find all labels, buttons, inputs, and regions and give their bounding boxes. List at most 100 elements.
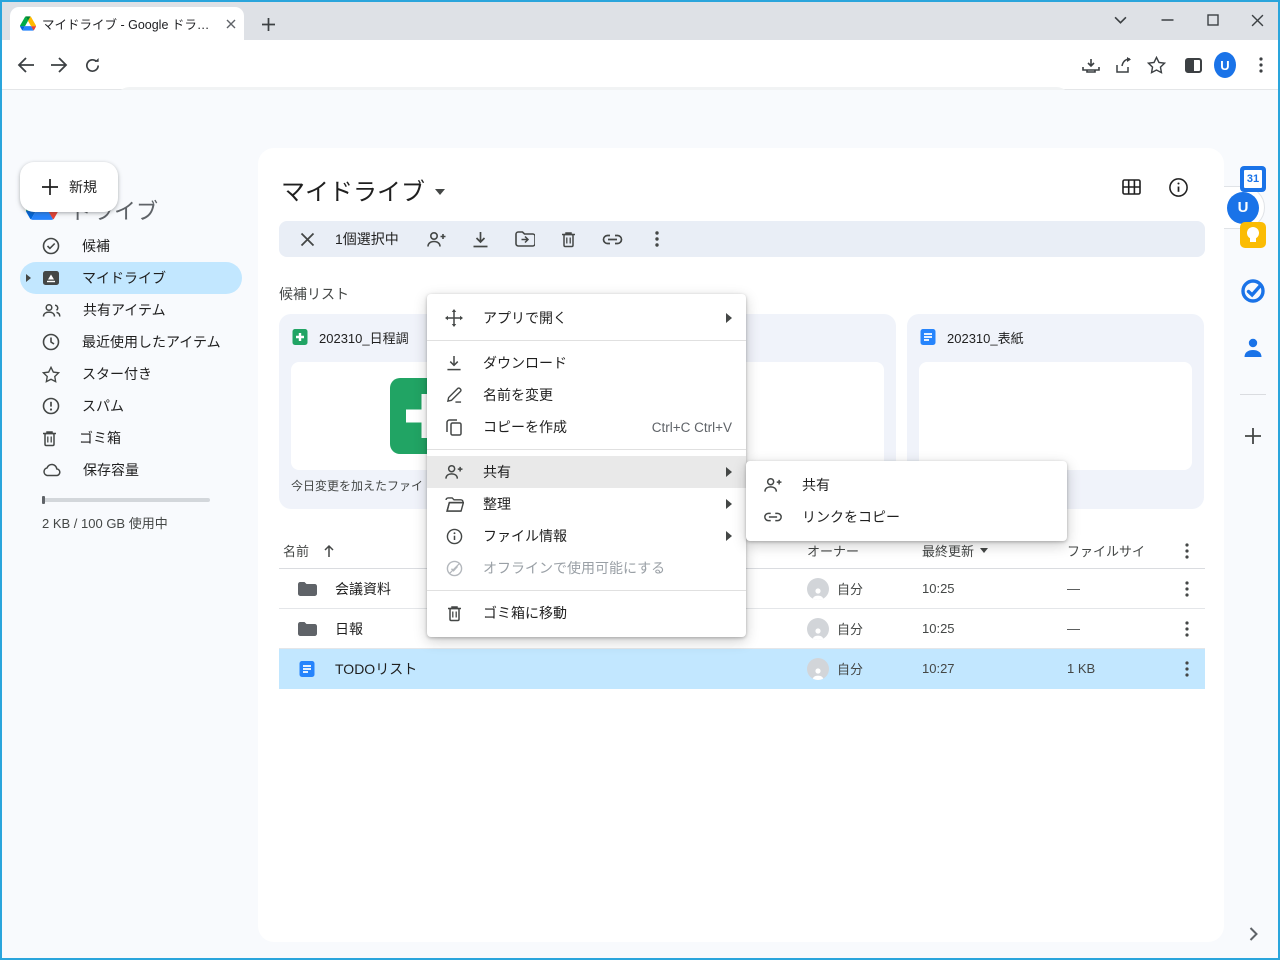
back-icon[interactable]	[14, 53, 38, 77]
info-icon	[444, 528, 464, 545]
clear-selection-icon[interactable]	[295, 227, 319, 251]
window-close-button[interactable]	[1236, 2, 1278, 38]
browser-tab[interactable]: マイドライブ - Google ドライブ	[10, 7, 244, 40]
copy-link-icon[interactable]	[601, 227, 625, 251]
open-with-icon	[444, 309, 464, 327]
column-modified[interactable]: 最終更新	[922, 541, 974, 560]
submenu-arrow-icon	[726, 467, 732, 477]
side-panel-icon[interactable]	[1182, 54, 1204, 76]
shortcut-label: Ctrl+C Ctrl+V	[652, 420, 732, 435]
offline-icon	[444, 560, 464, 577]
trash-icon[interactable]	[557, 227, 581, 251]
sidebar-item-suggested[interactable]: 候補	[20, 230, 242, 262]
docs-icon	[919, 328, 937, 346]
new-tab-button[interactable]	[254, 10, 282, 38]
get-addons-plus-icon[interactable]	[1239, 422, 1267, 450]
modified-time: 10:25	[910, 621, 1055, 636]
browser-window: マイドライブ - Google ドライブ	[0, 0, 1280, 960]
column-dropdown-icon[interactable]	[980, 548, 988, 553]
browser-avatar[interactable]: U	[1214, 54, 1236, 76]
save-page-icon[interactable]	[1080, 54, 1102, 76]
menu-item-file-info[interactable]: ファイル情報	[427, 520, 746, 552]
column-name[interactable]: 名前	[283, 541, 309, 560]
storage-text: 2 KB / 100 GB 使用中	[42, 513, 168, 532]
row-kebab-icon[interactable]	[1185, 661, 1189, 677]
show-side-panel-chevron-icon[interactable]	[1239, 920, 1267, 948]
tab-title: マイドライブ - Google ドライブ	[42, 14, 220, 33]
page-title-caret-icon[interactable]	[435, 189, 445, 195]
folder-icon	[297, 581, 317, 597]
drive-header: ドライブ ? ECCS Cloud Mail Information Techn…	[2, 90, 1278, 148]
new-button[interactable]: 新規	[20, 162, 118, 212]
person-add-icon	[763, 477, 783, 493]
owner-avatar	[807, 658, 829, 680]
sidebar-item-starred[interactable]: スター付き	[20, 358, 242, 390]
sidebar-item-storage[interactable]: 保存容量	[20, 454, 242, 486]
keep-app-icon[interactable]	[1239, 221, 1267, 249]
selection-count: 1個選択中	[335, 229, 399, 249]
menu-item-make-offline: オフラインで使用可能にする	[427, 552, 746, 584]
tasks-app-icon[interactable]	[1239, 277, 1267, 305]
drive-avatar[interactable]: U	[1227, 192, 1259, 224]
sidebar-item-shared[interactable]: 共有アイテム	[20, 294, 242, 326]
column-owner[interactable]: オーナー	[807, 541, 859, 560]
owner-avatar	[807, 578, 829, 600]
forward-icon[interactable]	[47, 53, 71, 77]
menu-item-open-with[interactable]: アプリで開く	[427, 302, 746, 334]
menu-item-download[interactable]: ダウンロード	[427, 347, 746, 379]
menu-item-rename[interactable]: 名前を変更	[427, 379, 746, 411]
bookmark-star-icon[interactable]	[1145, 54, 1167, 76]
modified-time: 10:27	[910, 661, 1055, 676]
calendar-app-icon[interactable]: 31	[1239, 165, 1267, 193]
owner-name: 自分	[837, 579, 863, 598]
sidebar-item-trash[interactable]: ゴミ箱	[20, 422, 242, 454]
menu-item-make-copy[interactable]: コピーを作成 Ctrl+C Ctrl+V	[427, 411, 746, 443]
move-to-folder-icon[interactable]	[513, 227, 537, 251]
sidebar-item-recent[interactable]: 最近使用したアイテム	[20, 326, 242, 358]
my-drive-icon	[42, 270, 60, 286]
column-size[interactable]: ファイルサイ	[1067, 541, 1145, 560]
download-icon	[444, 355, 464, 371]
tab-close-icon[interactable]	[226, 19, 236, 29]
details-info-icon[interactable]	[1166, 175, 1190, 199]
window-minimize-button[interactable]	[1146, 2, 1188, 38]
sort-ascending-icon[interactable]	[323, 544, 335, 558]
window-maximize-button[interactable]	[1192, 2, 1234, 38]
page-title[interactable]: マイドライブ	[281, 172, 445, 207]
column-options-kebab-icon[interactable]	[1185, 543, 1189, 559]
menu-item-move-to-trash[interactable]: ゴミ箱に移動	[427, 597, 746, 629]
menu-divider	[427, 340, 746, 341]
expand-arrow-icon[interactable]	[26, 274, 31, 282]
card-preview	[919, 362, 1192, 470]
cloud-icon	[42, 463, 61, 477]
sidebar-item-spam[interactable]: スパム	[20, 390, 242, 422]
card-title: 202310_表紙	[947, 328, 1024, 347]
trash-icon	[444, 605, 464, 622]
people-icon	[42, 303, 61, 318]
contacts-app-icon[interactable]	[1239, 333, 1267, 361]
star-icon	[42, 366, 60, 383]
share-person-add-icon[interactable]	[425, 227, 449, 251]
context-menu: アプリで開く ダウンロード 名前を変更 コピーを作成 Ctrl+C Ctrl+V	[427, 294, 746, 637]
row-kebab-icon[interactable]	[1185, 621, 1189, 637]
submenu-item-copy-link[interactable]: リンクをコピー	[746, 501, 1067, 533]
grid-view-toggle-icon[interactable]	[1119, 175, 1143, 199]
table-row-selected[interactable]: TODOリスト 自分 10:27 1 KB	[279, 649, 1205, 689]
share-icon[interactable]	[1113, 54, 1135, 76]
download-icon[interactable]	[469, 227, 493, 251]
file-size: 1 KB	[1055, 661, 1169, 676]
more-actions-kebab-icon[interactable]	[645, 227, 669, 251]
browser-menu-kebab-icon[interactable]	[1250, 54, 1272, 76]
tab-search-chevron-icon[interactable]	[1099, 2, 1141, 38]
storage-progress-bar	[42, 498, 210, 502]
sidebar-item-my-drive[interactable]: マイドライブ	[20, 262, 242, 294]
pencil-icon	[444, 387, 464, 403]
submenu-item-share[interactable]: 共有	[746, 469, 1067, 501]
reload-icon[interactable]	[80, 53, 104, 77]
row-kebab-icon[interactable]	[1185, 581, 1189, 597]
browser-toolbar: drive.google.com/drive/my-drive U	[2, 40, 1278, 90]
spam-icon	[42, 397, 60, 415]
link-icon	[763, 512, 783, 522]
menu-item-organize[interactable]: 整理	[427, 488, 746, 520]
menu-item-share[interactable]: 共有	[427, 456, 746, 488]
